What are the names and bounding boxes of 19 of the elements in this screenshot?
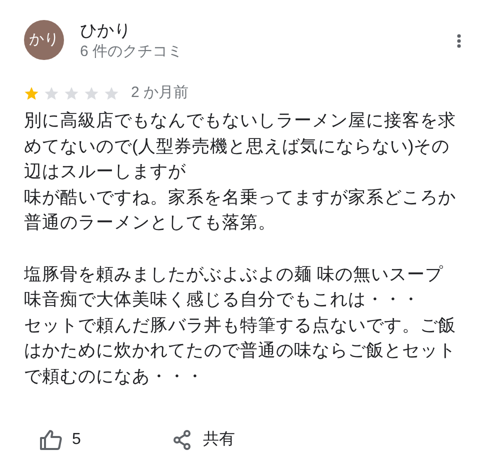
review-count: 6 件のクチコミ (80, 42, 183, 62)
filled-star-icon (24, 86, 39, 100)
review-text: セットで頼んだ豚バラ丼も特筆する点ないです。ご飯はかために炊かれてたので普通の味ならご飯とセットで頼むのになあ・・・ (24, 314, 457, 388)
share-button[interactable]: 共有 (172, 428, 235, 452)
reviewer-name[interactable]: ひかり (80, 20, 131, 42)
review-text: 塩豚骨を頼みましたがぶよぶよの麺 味の無いスープ (24, 262, 444, 286)
more-options-icon[interactable] (457, 34, 461, 48)
review-text: 味音痴で大体美味く感じる自分でもこれは・・・ (24, 288, 421, 312)
empty-star-icon (44, 86, 59, 100)
share-icon (172, 430, 191, 450)
like-button[interactable]: 5 (40, 428, 81, 452)
empty-star-icon (84, 86, 99, 100)
review-time: 2 か月前 (131, 84, 189, 102)
review-text: 味が酷いですね。家系を名乗ってますが家系どころか普通のラーメンとしても落第。 (24, 186, 457, 234)
avatar[interactable]: かり (24, 20, 64, 60)
review-text: 別に高級店でもなんでもないしラーメン屋に接客を求めてないので(人型券売機と思えば気にならない)その辺はスルーしますが (24, 109, 457, 184)
empty-star-icon (64, 86, 79, 100)
thumbs-up-icon (40, 430, 62, 450)
empty-star-icon (104, 86, 119, 100)
